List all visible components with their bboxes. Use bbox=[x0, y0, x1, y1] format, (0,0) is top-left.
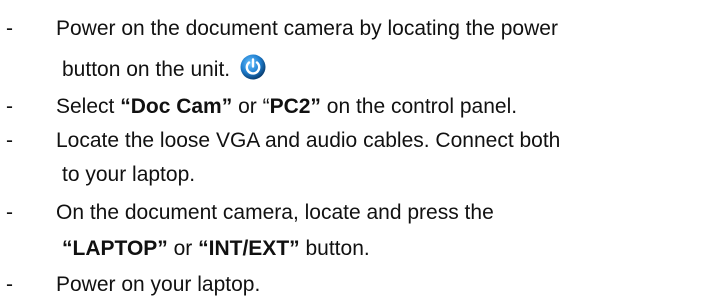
step-1-text: Power on the document camera by locating… bbox=[56, 17, 558, 40]
step-5-line-1: Power on your laptop. bbox=[56, 272, 260, 298]
instruction-list: - Power on the document camera by locati… bbox=[0, 0, 723, 299]
step-4-text: button. bbox=[299, 237, 370, 260]
step-1-text-cont: button on the unit. bbox=[62, 58, 236, 81]
bullet-dash: - bbox=[6, 17, 13, 40]
step-2-text: on the control panel. bbox=[320, 95, 518, 118]
bullet-dash: - bbox=[6, 273, 13, 296]
step-5-text: Power on your laptop. bbox=[56, 273, 261, 296]
step-1-line-1: Power on the document camera by locating… bbox=[56, 16, 558, 42]
step-3-line-2: to your laptop. bbox=[62, 162, 195, 188]
step-1-line-2: button on the unit. bbox=[62, 54, 266, 83]
laptop-label: “LAPTOP” bbox=[62, 237, 168, 260]
bullet-dash: - bbox=[6, 95, 13, 118]
step-3-line-1: Locate the loose VGA and audio cables. C… bbox=[56, 128, 560, 154]
power-button-icon bbox=[240, 54, 266, 80]
step-2-line-1: Select “Doc Cam” or “PC2” on the control… bbox=[56, 94, 517, 120]
doc-cam-label: “Doc Cam” bbox=[120, 95, 233, 118]
step-4-line-2: “LAPTOP” or “INT/EXT” button. bbox=[62, 236, 370, 262]
step-2-text: Select bbox=[56, 95, 121, 118]
int-ext-label: “INT/EXT” bbox=[198, 237, 300, 260]
pc2-label: PC2” bbox=[269, 95, 321, 118]
bullet-dash: - bbox=[6, 129, 13, 152]
step-4-text: On the document camera, locate and press… bbox=[56, 201, 494, 224]
step-3-text-cont: to your laptop. bbox=[62, 163, 196, 186]
step-4-line-1: On the document camera, locate and press… bbox=[56, 200, 494, 226]
step-4-text: or bbox=[167, 237, 199, 260]
step-2-text: or “ bbox=[232, 95, 270, 118]
step-3-text: Locate the loose VGA and audio cables. C… bbox=[56, 129, 561, 152]
bullet-dash: - bbox=[6, 201, 13, 224]
